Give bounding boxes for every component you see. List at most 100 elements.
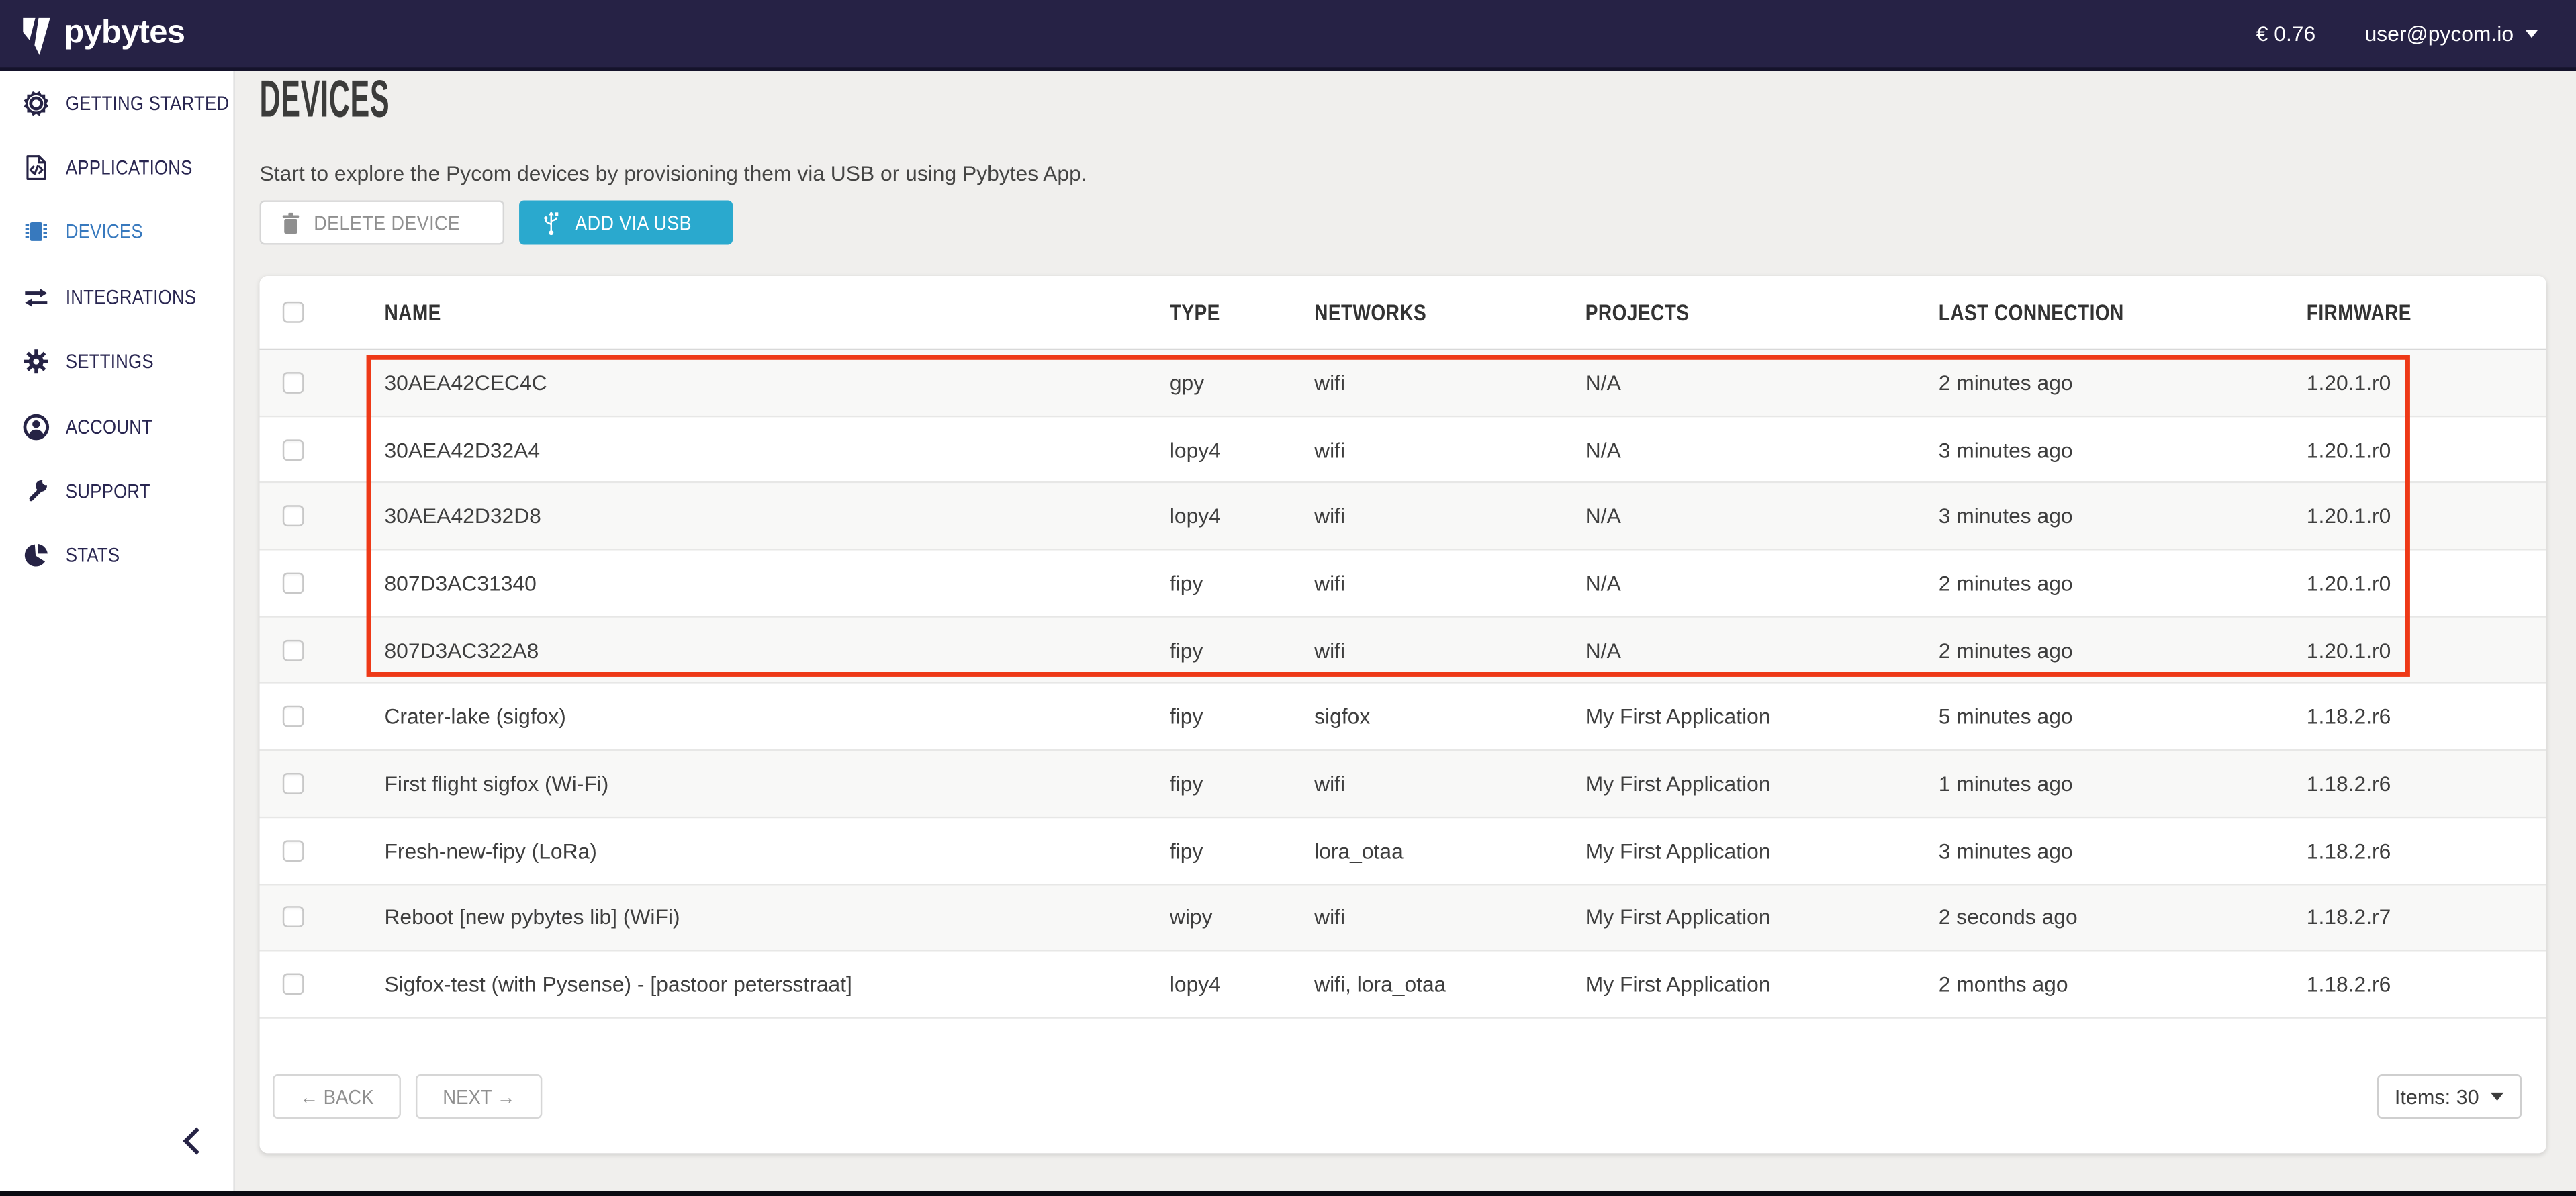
sidebar-item-devices[interactable]: DEVICES xyxy=(0,200,233,265)
cell-networks: wifi xyxy=(1314,571,1345,596)
cell-device-type: fipy xyxy=(1170,772,1203,796)
cell-firmware: 1.18.2.r7 xyxy=(2307,905,2391,930)
cell-last-connection: 2 minutes ago xyxy=(1939,370,2073,395)
row-checkbox[interactable] xyxy=(283,773,304,794)
sidebar-item-label: GETTING STARTED xyxy=(66,91,229,114)
cell-firmware: 1.18.2.r6 xyxy=(2307,704,2391,729)
cell-last-connection: 1 minutes ago xyxy=(1939,772,2073,796)
sidebar-item-settings[interactable]: SETTINGS xyxy=(0,330,233,394)
cell-projects: N/A xyxy=(1585,370,1621,395)
table-row[interactable]: First flight sigfox (Wi-Fi) fipy wifi My… xyxy=(260,751,2546,818)
cell-device-type: lopy4 xyxy=(1170,972,1221,997)
cell-device-name: First flight sigfox (Wi-Fi) xyxy=(384,772,608,796)
add-via-usb-button[interactable]: ADD VIA USB xyxy=(520,200,733,244)
sidebar-item-label: DEVICES xyxy=(66,221,143,244)
row-checkbox[interactable] xyxy=(283,372,304,394)
column-header-name: NAME xyxy=(384,299,453,325)
brand-name: pybytes xyxy=(64,15,185,52)
user-email: user@pycom.io xyxy=(2365,21,2514,46)
cell-firmware: 1.20.1.r0 xyxy=(2307,370,2391,395)
pie-chart-icon xyxy=(21,541,51,571)
table-header-row: NAME TYPE NETWORKS PROJECTS LAST CONNECT… xyxy=(260,276,2546,350)
sidebar-collapse-button[interactable] xyxy=(181,1125,202,1165)
page-title: DEVICES xyxy=(260,69,496,130)
cell-device-name: 30AEA42D32D8 xyxy=(384,504,541,528)
cell-firmware: 1.20.1.r0 xyxy=(2307,637,2391,662)
cell-projects: My First Application xyxy=(1585,704,1771,729)
row-checkbox[interactable] xyxy=(283,974,304,995)
sidebar-item-support[interactable]: SUPPORT xyxy=(0,459,233,523)
caret-down-icon xyxy=(2525,30,2538,38)
cell-last-connection: 2 minutes ago xyxy=(1939,571,2073,596)
items-per-page-label: Items: 30 xyxy=(2395,1085,2479,1108)
column-header-networks: NETWORKS xyxy=(1314,299,1451,325)
usb-icon xyxy=(541,210,562,236)
column-header-projects: PROJECTS xyxy=(1585,299,1712,325)
sidebar-item-label: APPLICATIONS xyxy=(66,156,193,179)
cell-device-name: Sigfox-test (with Pysense) - [pastoor pe… xyxy=(384,972,852,997)
cell-projects: My First Application xyxy=(1585,772,1771,796)
items-per-page-dropdown[interactable]: Items: 30 xyxy=(2377,1074,2522,1119)
table-row[interactable]: 807D3AC322A8 fipy wifi N/A 2 minutes ago… xyxy=(260,617,2546,684)
cell-networks: wifi xyxy=(1314,637,1345,662)
next-button[interactable]: NEXT → xyxy=(416,1074,543,1119)
cell-projects: N/A xyxy=(1585,504,1621,528)
app-logo[interactable]: pybytes xyxy=(21,12,185,55)
table-row[interactable]: 807D3AC31340 fipy wifi N/A 2 minutes ago… xyxy=(260,551,2546,618)
table-row[interactable]: 30AEA42D32A4 lopy4 wifi N/A 3 minutes ag… xyxy=(260,417,2546,484)
sidebar-item-applications[interactable]: APPLICATIONS xyxy=(0,136,233,200)
cell-projects: N/A xyxy=(1585,637,1621,662)
row-checkbox[interactable] xyxy=(283,639,304,661)
cell-networks: lora_otaa xyxy=(1314,838,1404,863)
sidebar-item-getting-started[interactable]: GETTING STARTED xyxy=(0,71,233,135)
table-row[interactable]: 30AEA42D32D8 lopy4 wifi N/A 3 minutes ag… xyxy=(260,484,2546,551)
cell-device-name: Fresh-new-fipy (LoRa) xyxy=(384,838,596,863)
sidebar-item-label: STATS xyxy=(66,545,120,567)
cell-networks: wifi, lora_otaa xyxy=(1314,972,1446,997)
sidebar-item-label: INTEGRATIONS xyxy=(66,285,196,308)
cell-device-type: lopy4 xyxy=(1170,437,1221,462)
user-menu[interactable]: user@pycom.io xyxy=(2365,21,2538,46)
table-row[interactable]: Crater-lake (sigfox) fipy sigfox My Firs… xyxy=(260,684,2546,751)
select-all-checkbox[interactable] xyxy=(283,302,304,323)
chevron-left-icon xyxy=(181,1125,202,1156)
page-actions: DELETE DEVICE ADD VIA USB xyxy=(260,200,733,244)
column-header-firmware: FIRMWARE xyxy=(2307,299,2434,325)
trash-icon xyxy=(281,211,300,234)
cell-last-connection: 5 minutes ago xyxy=(1939,704,2073,729)
row-checkbox[interactable] xyxy=(283,506,304,527)
delete-device-label: DELETE DEVICE xyxy=(314,211,460,234)
page-subtitle: Start to explore the Pycom devices by pr… xyxy=(260,161,1087,186)
pycom-logo-icon xyxy=(21,12,52,55)
table-row[interactable]: Sigfox-test (with Pysense) - [pastoor pe… xyxy=(260,952,2546,1019)
code-file-icon xyxy=(21,153,51,183)
sidebar-item-integrations[interactable]: INTEGRATIONS xyxy=(0,265,233,329)
cell-last-connection: 2 months ago xyxy=(1939,972,2068,997)
sidebar-item-stats[interactable]: STATS xyxy=(0,524,233,588)
table-row[interactable]: Fresh-new-fipy (LoRa) fipy lora_otaa My … xyxy=(260,818,2546,885)
cell-firmware: 1.18.2.r6 xyxy=(2307,772,2391,796)
cell-device-name: 30AEA42CEC4C xyxy=(384,370,547,395)
table-row[interactable]: Reboot [new pybytes lib] (WiFi) wipy wif… xyxy=(260,884,2546,952)
column-header-last-connection: LAST CONNECTION xyxy=(1939,299,2165,325)
row-checkbox[interactable] xyxy=(283,706,304,727)
cell-firmware: 1.18.2.r6 xyxy=(2307,838,2391,863)
cell-device-type: fipy xyxy=(1170,637,1203,662)
cell-networks: wifi xyxy=(1314,772,1345,796)
cell-device-type: fipy xyxy=(1170,838,1203,863)
row-checkbox[interactable] xyxy=(283,439,304,460)
table-row[interactable]: 30AEA42CEC4C gpy wifi N/A 2 minutes ago … xyxy=(260,350,2546,417)
cell-device-type: fipy xyxy=(1170,704,1203,729)
row-checkbox[interactable] xyxy=(283,840,304,862)
cell-last-connection: 3 minutes ago xyxy=(1939,504,2073,528)
row-checkbox[interactable] xyxy=(283,572,304,594)
badge-icon xyxy=(21,88,51,118)
caret-down-icon xyxy=(2491,1093,2504,1101)
sidebar-item-label: SUPPORT xyxy=(66,479,150,502)
pybytes-app-window: pybytes € 0.76 user@pycom.io xyxy=(0,0,2576,1196)
back-button[interactable]: ← BACK xyxy=(273,1074,401,1119)
row-checkbox[interactable] xyxy=(283,907,304,928)
sidebar-item-account[interactable]: ACCOUNT xyxy=(0,394,233,459)
delete-device-button[interactable]: DELETE DEVICE xyxy=(260,200,505,244)
cell-device-name: 30AEA42D32A4 xyxy=(384,437,540,462)
